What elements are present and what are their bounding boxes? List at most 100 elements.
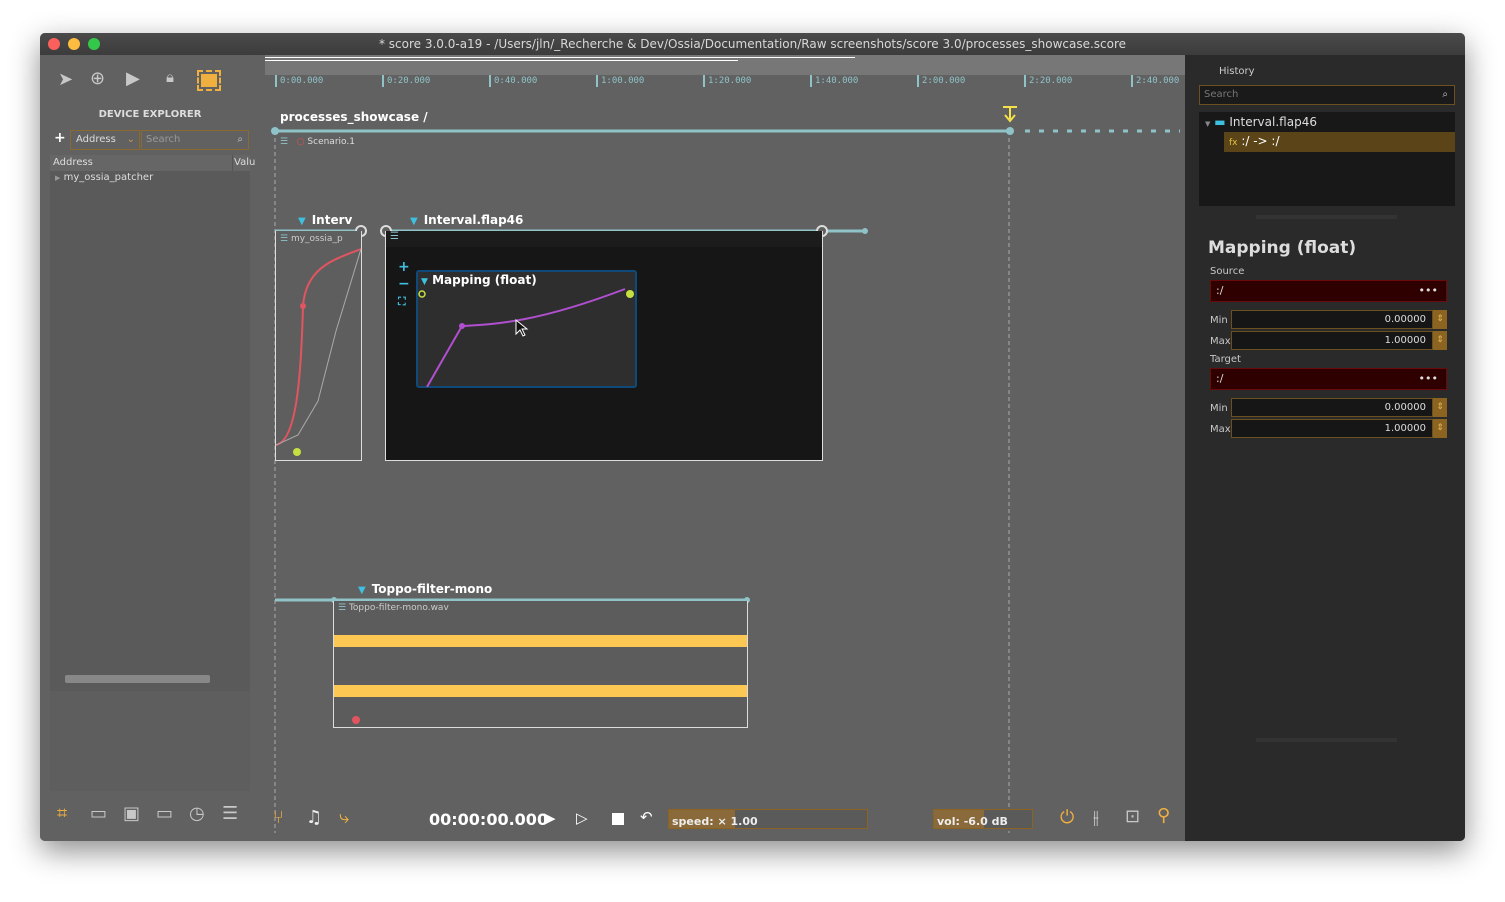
mapping-process[interactable]: ▼ Mapping (float) [416, 270, 637, 388]
search-icon: ⌕ [237, 134, 243, 145]
branch-icon[interactable]: ⑂ [273, 807, 284, 828]
sound-process[interactable]: ☰ Toppo-filter-mono.wav [333, 601, 748, 728]
play-button[interactable]: ▶ [544, 809, 556, 827]
power-icon[interactable]: ⏻ [1060, 807, 1074, 828]
history-search-input[interactable]: Search ⌕ [1199, 85, 1455, 105]
interval-title[interactable]: ▼ Interv [298, 213, 353, 227]
mapping-curve[interactable] [418, 272, 636, 387]
interval-title[interactable]: ▼ Toppo-filter-mono [358, 582, 492, 596]
spinner-icon[interactable]: ⇕ [1433, 331, 1447, 350]
waveform-channel-1 [334, 635, 747, 647]
volume-slider[interactable]: vol: -6.0 dB [933, 809, 1033, 829]
column-header-value: Valu [232, 155, 255, 171]
history-list: ▼ ▬ Interval.flap46 fx :/ -> :/ [1199, 112, 1455, 206]
select-all-icon[interactable] [197, 70, 221, 91]
spinner-icon[interactable]: ⇕ [1433, 419, 1447, 438]
time-tick: 2:40.000 [1131, 75, 1185, 87]
curve-icon[interactable]: ▭ [90, 803, 107, 824]
playhead-trigger-icon [1003, 106, 1017, 123]
reinitialize-button[interactable]: ↶ [640, 808, 653, 826]
maximize-button[interactable] [88, 38, 100, 50]
automation-curve[interactable] [276, 231, 363, 461]
tree-item-label: my_ossia_patcher [63, 172, 154, 183]
device-search-input[interactable]: Search ⌕ [141, 130, 249, 150]
source-max-label: Max [1210, 336, 1231, 347]
column-select-value: Address [76, 134, 116, 145]
minimap[interactable] [265, 55, 1185, 75]
source-address-field[interactable]: :/••• [1210, 280, 1447, 302]
expand-arrow-icon[interactable]: ▶ [55, 174, 60, 182]
history-item[interactable]: ▼ ▬ Interval.flap46 [1199, 112, 1455, 132]
console-icon[interactable]: ⊡ [1125, 806, 1140, 827]
horizontal-scrollbar[interactable] [65, 675, 210, 683]
folder-icon[interactable]: ▭ [156, 803, 173, 824]
start-node [271, 127, 279, 135]
mouse-cursor-icon [515, 318, 529, 337]
time-tick: 2:00.000 [917, 75, 965, 87]
more-button[interactable]: ••• [1419, 369, 1438, 389]
target-max-label: Max [1210, 424, 1231, 435]
time-tick: 0:00.000 [275, 75, 323, 87]
chevron-down-icon: ▼ [298, 216, 306, 227]
zoom-in-icon[interactable]: + [398, 259, 410, 276]
source-min-input[interactable]: 0.00000 [1231, 310, 1433, 329]
fit-icon[interactable]: ⌗ [57, 803, 67, 824]
interval-node [862, 228, 868, 234]
search-icon[interactable]: ⚲ [1157, 805, 1170, 826]
splitter-handle[interactable] [1256, 738, 1397, 742]
time-tick: 1:40.000 [810, 75, 858, 87]
expand-arrow-icon[interactable]: ▼ [1205, 120, 1210, 128]
window-title: * score 3.0.0-a19 - /Users/jln/_Recherch… [378, 37, 1127, 51]
target-max-input[interactable]: 1.00000 [1231, 419, 1433, 438]
lock-icon[interactable]: 🔒︎ [166, 68, 174, 86]
menu-icon[interactable]: ☰ [338, 603, 346, 613]
play-icon[interactable]: ▶ [126, 68, 140, 89]
music-note-icon[interactable]: ♫ [306, 807, 322, 828]
chevron-down-icon: ⌄ [126, 134, 135, 145]
speed-label: speed: × 1.00 [672, 815, 758, 828]
pointer-icon[interactable]: ➤ [58, 69, 73, 90]
play-from-here-button[interactable]: ▷ [576, 809, 588, 827]
column-select[interactable]: Address ⌄ [70, 130, 140, 150]
target-address-field[interactable]: :/••• [1210, 368, 1447, 390]
scenario-name: Scenario.1 [307, 137, 355, 147]
interval-title[interactable]: ▼ Interval.flap46 [410, 213, 523, 227]
volume-label: vol: -6.0 dB [937, 815, 1008, 828]
curve-tool-icon[interactable]: ⤷ [339, 807, 349, 828]
title-bar: * score 3.0.0-a19 - /Users/jln/_Recherch… [40, 33, 1465, 55]
target-min-input[interactable]: 0.00000 [1231, 398, 1433, 417]
history-title: History [1219, 66, 1255, 77]
tree-item[interactable]: ▶ my_ossia_patcher [50, 171, 250, 185]
search-placeholder: Search [1204, 89, 1239, 100]
inspector-title: Mapping (float) [1208, 238, 1357, 258]
right-panel: History Search ⌕ ▼ ▬ Interval.flap46 fx :… [1185, 55, 1465, 841]
speed-slider[interactable]: speed: × 1.00 [668, 809, 868, 829]
device-detail-panel [50, 691, 250, 791]
scenario-header[interactable]: ☰ ○ Scenario.1 [280, 137, 355, 147]
device-tree: Address Valu ▶ my_ossia_patcher [50, 155, 255, 755]
mixer-icon[interactable]: ⫲ [1093, 807, 1099, 828]
splitter-handle[interactable] [1256, 215, 1397, 219]
interval-box-2[interactable]: ☰ + − ⛶ ▼ Mapping (float) [385, 231, 823, 461]
menu-icon[interactable]: ☰ [280, 137, 288, 147]
time-tick: 0:20.000 [382, 75, 430, 87]
interval-box-1[interactable]: ☰ my_ossia_p [275, 231, 362, 461]
history-item-selected[interactable]: fx :/ -> :/ [1224, 132, 1455, 152]
time-tick: 2:20.000 [1024, 75, 1072, 87]
minimize-button[interactable] [68, 38, 80, 50]
add-device-button[interactable]: + [54, 130, 66, 146]
zoom-out-icon[interactable]: − [398, 276, 410, 293]
list-icon[interactable]: ☰ [222, 803, 238, 824]
menu-icon[interactable]: ☰ [386, 231, 822, 247]
close-button[interactable] [48, 38, 60, 50]
history-icon[interactable]: ◷ [189, 803, 205, 824]
more-button[interactable]: ••• [1419, 281, 1438, 301]
spinner-icon[interactable]: ⇕ [1433, 310, 1447, 329]
stop-button[interactable] [612, 813, 624, 825]
source-max-input[interactable]: 1.00000 [1231, 331, 1433, 350]
spinner-icon[interactable]: ⇕ [1433, 398, 1447, 417]
add-circle-icon[interactable]: ⊕ [90, 68, 105, 89]
fit-view-icon[interactable]: ⛶ [398, 293, 410, 310]
user-folder-icon[interactable]: ▣ [123, 803, 140, 824]
record-dot [352, 716, 360, 724]
